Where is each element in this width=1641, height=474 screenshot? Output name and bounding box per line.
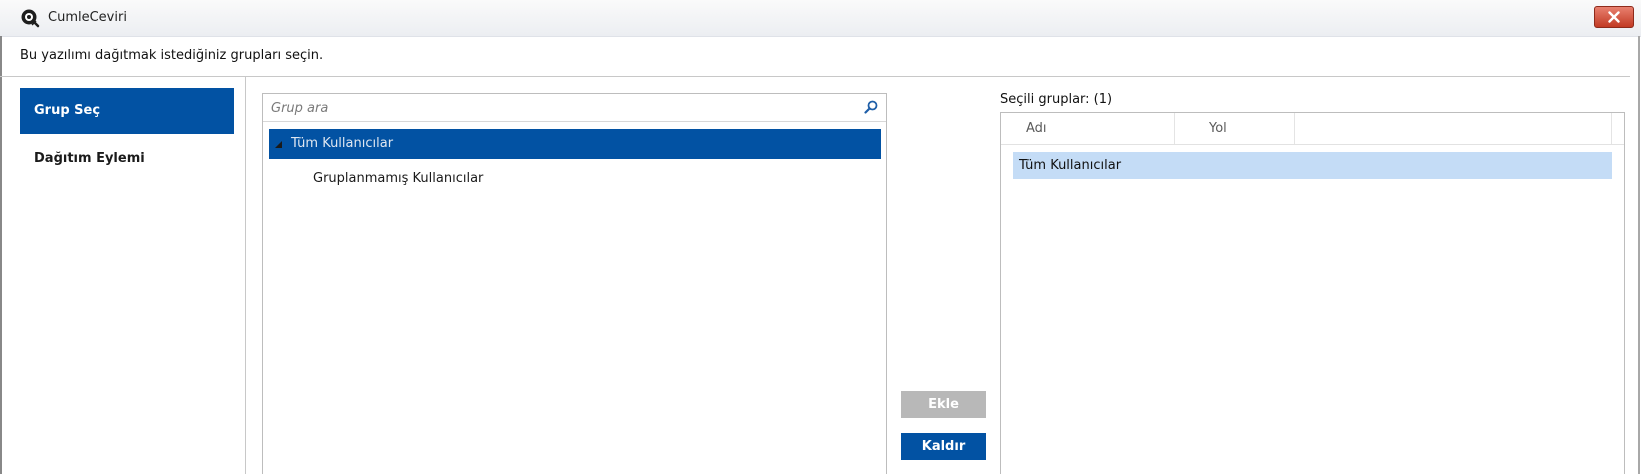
app-icon <box>20 8 40 28</box>
close-icon <box>1608 11 1620 23</box>
selected-groups-grid: Adı Yol Tüm Kullanıcılar <box>1000 112 1625 474</box>
nav-divider <box>245 77 246 474</box>
column-header-path[interactable]: Yol <box>1209 113 1227 144</box>
window-right-edge <box>1638 36 1640 474</box>
window-title: CumleCeviri <box>48 10 127 25</box>
close-button[interactable] <box>1594 6 1634 28</box>
tree-item-gruplanmamis-kullanicilar[interactable]: Gruplanmamış Kullanıcılar <box>313 167 483 191</box>
table-cell-name: Tüm Kullanıcılar <box>1019 158 1122 173</box>
group-tree-panel: Tüm Kullanıcılar Gruplanmamış Kullanıcıl… <box>262 93 887 474</box>
nav-item-dagitim-eylemi[interactable]: Dağıtım Eylemi <box>20 136 234 182</box>
search-box <box>263 94 886 122</box>
column-divider[interactable] <box>1174 113 1175 144</box>
column-header-name[interactable]: Adı <box>1026 113 1047 144</box>
column-divider[interactable] <box>1611 113 1612 144</box>
selected-groups-title: Seçili gruplar: (1) <box>1000 92 1113 107</box>
remove-button[interactable]: Kaldır <box>901 433 986 460</box>
grid-header: Adı Yol <box>1001 113 1624 145</box>
window-left-edge <box>0 36 2 474</box>
table-row[interactable]: Tüm Kullanıcılar <box>1013 152 1612 179</box>
search-input[interactable] <box>269 97 853 119</box>
add-button[interactable]: Ekle <box>901 391 986 418</box>
nav-item-grup-sec[interactable]: Grup Seç <box>20 88 234 134</box>
tree-item-tum-kullanicilar[interactable]: Tüm Kullanıcılar <box>269 129 881 159</box>
instruction-text: Bu yazılımı dağıtmak istediğiniz gruplar… <box>20 48 324 63</box>
tree-item-label: Tüm Kullanıcılar <box>291 136 394 151</box>
search-icon[interactable] <box>864 100 878 114</box>
column-divider[interactable] <box>1294 113 1295 144</box>
title-bar: CumleCeviri <box>0 0 1641 37</box>
expand-triangle-icon[interactable] <box>275 141 282 148</box>
dialog-window: CumleCeviri Bu yazılımı dağıtmak istediğ… <box>0 0 1641 474</box>
